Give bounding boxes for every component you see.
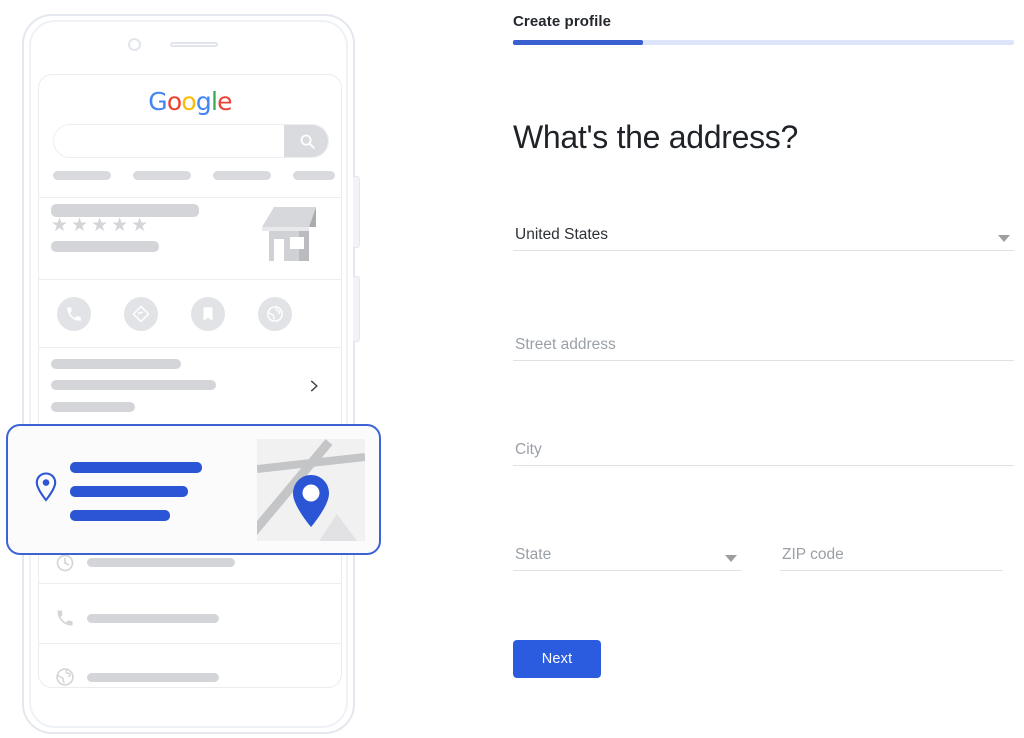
- divider: [39, 583, 341, 584]
- city-placeholder: City: [515, 441, 542, 458]
- bookmark-icon: [203, 307, 213, 321]
- filter-chip[interactable]: [293, 171, 335, 180]
- state-select[interactable]: State: [513, 525, 741, 571]
- google-logo-letter-g1: G: [148, 87, 167, 116]
- phone-mockup-illustration: Google ★★★★★: [0, 0, 500, 738]
- zip-code-input[interactable]: ZIP code: [780, 525, 1003, 571]
- google-logo: Google: [39, 87, 341, 116]
- detail-line-placeholder: [51, 380, 216, 390]
- search-input[interactable]: [53, 124, 329, 158]
- search-button[interactable]: [284, 125, 328, 157]
- divider: [39, 643, 341, 644]
- phone-number-placeholder: [87, 614, 219, 623]
- country-select[interactable]: United States: [513, 205, 1014, 251]
- action-website-button[interactable]: [258, 297, 292, 331]
- map-thumbnail[interactable]: [257, 439, 365, 541]
- divider: [39, 279, 341, 280]
- city-input[interactable]: City: [513, 420, 1014, 466]
- highlighted-address-card[interactable]: [6, 424, 381, 555]
- action-bookmark-button[interactable]: [191, 297, 225, 331]
- clock-icon: [56, 554, 74, 572]
- hours-placeholder: [87, 558, 235, 567]
- phone-power-button: [353, 276, 360, 342]
- address-line-bar: [70, 462, 202, 473]
- google-logo-letter-o1: o: [166, 87, 182, 116]
- street-address-placeholder: Street address: [515, 336, 616, 353]
- filter-chip-row: [53, 171, 335, 180]
- globe-icon: [56, 668, 74, 686]
- zip-code-placeholder: ZIP code: [782, 546, 844, 563]
- business-category-placeholder: [51, 241, 159, 252]
- detail-line-placeholder: [51, 402, 135, 412]
- street-address-input[interactable]: Street address: [513, 315, 1014, 361]
- action-call-button[interactable]: [57, 297, 91, 331]
- globe-icon: [267, 306, 283, 322]
- phone-volume-button: [353, 176, 360, 248]
- address-line-bar: [70, 510, 170, 521]
- page-title: What's the address?: [513, 119, 799, 156]
- phone-icon: [57, 610, 73, 626]
- chevron-down-icon: [725, 555, 737, 562]
- state-placeholder: State: [515, 546, 552, 563]
- progress-bar-track: [513, 40, 1014, 45]
- divider: [39, 347, 341, 348]
- filter-chip[interactable]: [133, 171, 191, 180]
- filter-chip[interactable]: [53, 171, 111, 180]
- map-thumbnail-graphic: [257, 439, 365, 541]
- google-logo-letter-o2: o: [181, 87, 196, 116]
- detail-line-placeholder: [51, 359, 181, 369]
- create-profile-form-panel: Create profile What's the address? Unite…: [500, 0, 1024, 738]
- location-pin-outline-icon: [35, 472, 57, 502]
- action-directions-button[interactable]: [124, 297, 158, 331]
- step-label: Create profile: [513, 13, 612, 30]
- country-select-value: United States: [515, 226, 609, 243]
- rating-stars: ★★★★★: [51, 214, 152, 236]
- search-icon: [300, 134, 315, 149]
- directions-icon: [132, 305, 150, 323]
- phone-icon: [67, 307, 81, 321]
- divider: [39, 197, 341, 198]
- filter-chip[interactable]: [213, 171, 271, 180]
- progress-bar-fill: [513, 40, 644, 45]
- phone-screen: Google ★★★★★: [38, 74, 342, 688]
- next-button[interactable]: Next: [513, 640, 601, 678]
- google-logo-letter-g2: g: [195, 87, 212, 116]
- phone-speaker-grille: [170, 42, 218, 47]
- address-line-bar: [70, 486, 188, 497]
- google-logo-letter-e: e: [217, 87, 232, 116]
- website-placeholder: [87, 673, 219, 682]
- phone-camera-icon: [128, 38, 141, 51]
- chevron-down-icon: [998, 235, 1010, 242]
- storefront-icon: [262, 207, 316, 261]
- chevron-right-icon: [310, 380, 318, 392]
